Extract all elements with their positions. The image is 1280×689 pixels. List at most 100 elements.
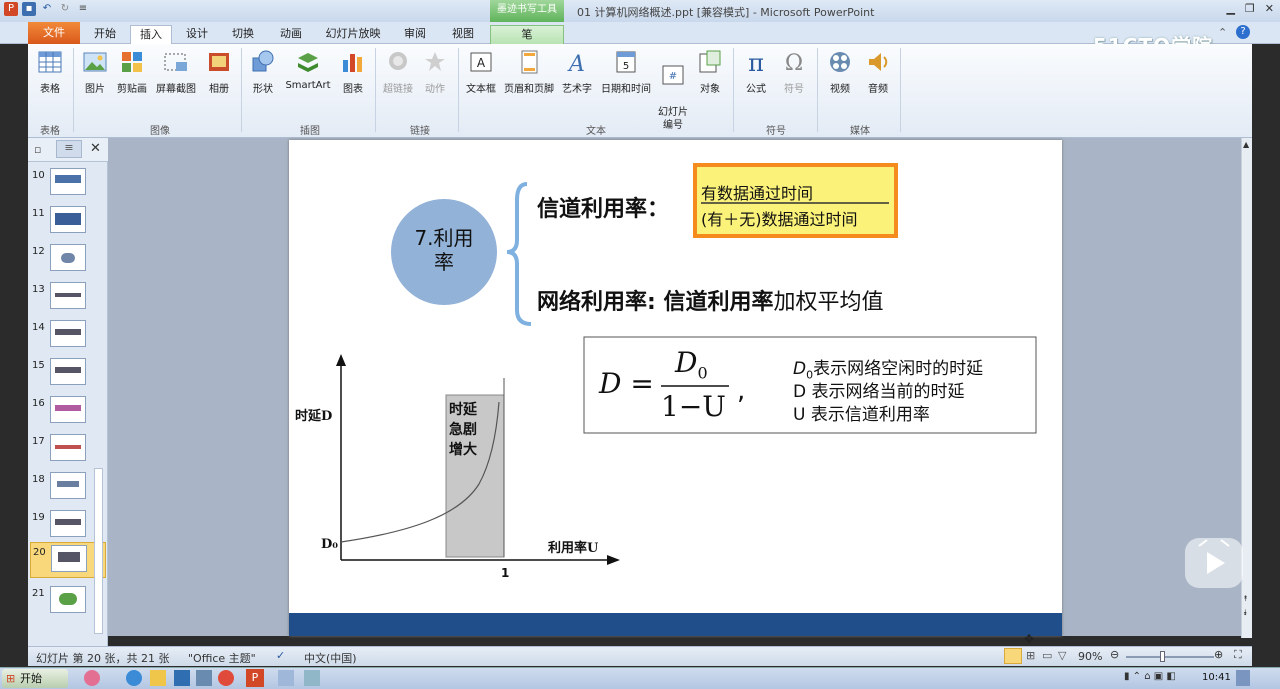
audio-icon [869, 53, 888, 71]
album-button[interactable]: 相册 [204, 48, 234, 95]
tab-transitions[interactable]: 切换 [228, 25, 258, 44]
prev-slide-icon[interactable]: ⯭ [1243, 594, 1248, 604]
zoom-level[interactable]: 90% [1078, 650, 1102, 663]
slides-panel: ▫ ≡ ✕ 10 11 12 13 14 15 16 17 18 19 20 2… [28, 138, 108, 646]
chrome-icon[interactable] [218, 670, 234, 686]
collapse-ribbon-icon[interactable]: ⌃ [1218, 26, 1227, 39]
group-text: 文本 [586, 126, 606, 137]
equation-button[interactable]: π 公式 [740, 48, 772, 95]
fit-window-icon[interactable]: ⛶ [1234, 648, 1242, 662]
tray-icons[interactable]: ▮ ⌃ ⌂ ▣ ◧ [1124, 671, 1176, 682]
zoom-slider[interactable] [1126, 656, 1214, 658]
datetime-button[interactable]: 5 日期和时间 [598, 48, 654, 95]
close-icon[interactable]: ✕ [1265, 2, 1274, 15]
group-media: 媒体 [850, 126, 870, 137]
slide-thumb[interactable]: 10 [30, 166, 106, 202]
tab-review[interactable]: 审阅 [400, 25, 430, 44]
header-footer-button[interactable]: 页眉和页脚 [502, 48, 556, 95]
app-icon[interactable] [84, 670, 100, 686]
powerpoint-logo-icon: P [4, 2, 18, 16]
shapes-button[interactable]: 形状 [248, 48, 278, 95]
zoom-in-icon[interactable]: ⊕ [1214, 648, 1223, 661]
legend-utilization: U 表示信道利用率 [793, 405, 930, 425]
tab-slideshow[interactable]: 幻灯片放映 [322, 25, 384, 44]
close-panel-icon[interactable]: ✕ [90, 141, 101, 156]
tab-insert[interactable]: 插入 [130, 25, 172, 44]
slideshow-view-icon[interactable]: ▽ [1058, 649, 1066, 662]
save-icon[interactable]: ▪ [22, 2, 36, 16]
chart-y-label: 时延D [295, 409, 333, 424]
picture-button[interactable]: 图片 [78, 48, 112, 95]
textbox-button[interactable]: A 文本框 [462, 48, 500, 95]
audio-button[interactable]: 音频 [862, 48, 894, 95]
formula-numerator: D0 [675, 346, 708, 383]
slide-number-button[interactable]: # 幻灯片 编号 [656, 48, 690, 132]
show-desktop-icon[interactable] [1236, 670, 1250, 686]
chart-button[interactable]: 图表 [338, 48, 368, 95]
hyperlink-icon [389, 52, 407, 70]
undo-icon[interactable]: ↶ [40, 2, 54, 16]
customize-qat-icon[interactable]: ≡ [76, 2, 90, 16]
chart-d0-label: D₀ [321, 537, 338, 552]
slide-thumb[interactable]: 17 [30, 432, 106, 468]
next-slide-icon[interactable]: ⯯ [1243, 608, 1248, 618]
tab-file[interactable]: 文件 [28, 22, 80, 44]
legend-current-delay: D 表示网络当前的时延 [793, 382, 965, 402]
app-icon[interactable] [174, 670, 190, 686]
slide-thumb[interactable]: 12 [30, 242, 106, 278]
network-utilization-line: 网络利用率: 信道利用率加权平均值 [537, 290, 884, 315]
app-icon[interactable] [196, 670, 212, 686]
restore-icon[interactable]: ❐ [1245, 2, 1255, 15]
tab-home[interactable]: 开始 [90, 25, 120, 44]
tab-animations[interactable]: 动画 [276, 25, 306, 44]
brace-shape [506, 182, 532, 326]
topic-label: 7.利用率 [414, 226, 474, 274]
screenshot-button[interactable]: 屏幕截图 [152, 48, 200, 95]
slide-thumb[interactable]: 13 [30, 280, 106, 316]
wordart-button[interactable]: A 艺术字 [560, 48, 594, 95]
quick-access-toolbar: P ▪ ↶ ↻ ≡ [4, 2, 90, 16]
slide-thumb[interactable]: 15 [30, 356, 106, 392]
slides-tab-icon[interactable]: ▫ [34, 143, 41, 156]
browser-icon[interactable] [126, 670, 142, 686]
group-tables: 表格 [40, 126, 60, 137]
clock: 10:41 [1202, 672, 1231, 683]
redo-icon[interactable]: ↻ [58, 2, 72, 16]
slide-thumb[interactable]: 16 [30, 394, 106, 430]
symbol-icon: Ω [785, 51, 803, 76]
outline-tab-icon[interactable]: ≡ [56, 140, 82, 158]
tab-design[interactable]: 设计 [182, 25, 212, 44]
object-button[interactable]: 对象 [694, 48, 726, 95]
spellcheck-icon[interactable]: ✓ [276, 649, 285, 662]
app-icon[interactable] [278, 670, 294, 686]
app-icon[interactable] [304, 670, 320, 686]
language[interactable]: 中文(中国) [304, 650, 357, 666]
powerpoint-taskbar-icon[interactable]: P [246, 669, 264, 687]
slide-number-icon: # [662, 65, 684, 85]
tab-pen[interactable]: 笔 [490, 25, 564, 44]
panel-scrollbar[interactable] [94, 468, 103, 634]
video-play-overlay[interactable] [1185, 538, 1243, 588]
minimize-icon[interactable]: ▁ [1226, 2, 1234, 15]
help-icon[interactable]: ? [1236, 25, 1250, 39]
sorter-view-icon[interactable]: ⊞ [1026, 649, 1035, 662]
smartart-button[interactable]: SmartArt [283, 48, 333, 91]
start-button[interactable]: ⊞ 开始 [2, 669, 68, 688]
tab-view[interactable]: 视图 [448, 25, 478, 44]
normal-view-icon[interactable] [1004, 648, 1022, 664]
symbol-button[interactable]: Ω 符号 [778, 48, 810, 95]
zoom-out-icon[interactable]: ⊖ [1110, 648, 1119, 661]
video-button[interactable]: 视频 [824, 48, 856, 95]
reading-view-icon[interactable]: ▭ [1042, 649, 1052, 662]
slide-thumb[interactable]: 14 [30, 318, 106, 354]
object-icon [699, 50, 721, 73]
action-button[interactable]: 动作 [420, 48, 450, 95]
slide-thumb[interactable]: 11 [30, 204, 106, 240]
folder-icon[interactable] [150, 670, 166, 686]
table-button[interactable]: 表格 [34, 48, 66, 95]
header-footer-icon [521, 50, 538, 74]
clipart-button[interactable]: 剪贴画 [114, 48, 150, 95]
hyperlink-button[interactable]: 超链接 [380, 48, 416, 95]
scroll-up-icon[interactable]: ▲ [1243, 140, 1249, 149]
zoom-thumb[interactable] [1160, 651, 1165, 662]
